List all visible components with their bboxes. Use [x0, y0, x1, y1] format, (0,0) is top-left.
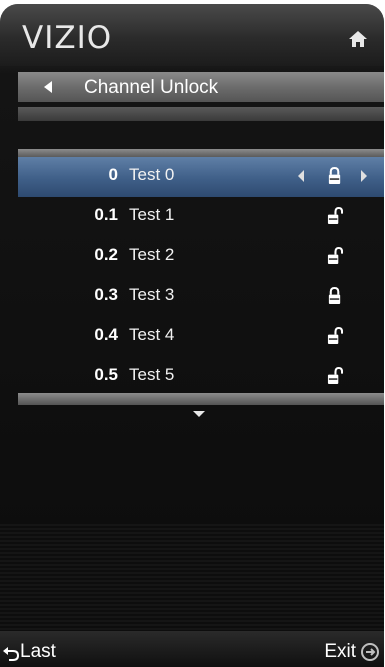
unlocked-padlock-icon[interactable]	[327, 206, 343, 226]
channel-name: Test 2	[129, 245, 175, 264]
title-bar: Channel Unlock	[18, 72, 384, 102]
channel-row[interactable]: 0.2 Test 2	[18, 237, 384, 277]
page-title: Channel Unlock	[84, 77, 219, 98]
channel-number: 0.4	[94, 325, 118, 344]
channel-number: 0.1	[94, 205, 118, 224]
unlocked-padlock-icon[interactable]	[327, 366, 343, 386]
last-label: Last	[20, 641, 56, 662]
list-top-border	[18, 149, 384, 157]
exit-label: Exit	[324, 641, 356, 662]
locked-padlock-icon[interactable]	[327, 166, 343, 186]
exit-button[interactable]: Exit	[324, 641, 380, 665]
header: VIZIO	[0, 4, 384, 66]
scroll-down-icon[interactable]	[193, 411, 205, 417]
channel-row[interactable]: 0.3 Test 3	[18, 277, 384, 317]
channel-row[interactable]: 0.4 Test 4	[18, 317, 384, 357]
channel-number: 0	[108, 165, 118, 184]
channel-name: Test 0	[129, 165, 175, 184]
return-arrow-icon	[3, 647, 19, 661]
unlocked-padlock-icon[interactable]	[327, 326, 343, 346]
left-arrow-icon[interactable]	[298, 170, 304, 182]
channel-name: Test 3	[129, 285, 175, 304]
unlocked-padlock-icon[interactable]	[327, 246, 343, 266]
channel-number: 0.2	[94, 245, 118, 264]
list-bottom-border	[18, 393, 384, 405]
channel-number: 0.5	[94, 365, 118, 384]
channel-row[interactable]: 0 Test 0	[18, 157, 384, 197]
right-arrow-icon[interactable]	[361, 170, 367, 182]
channel-name: Test 5	[129, 365, 175, 384]
background-scanlines	[0, 524, 384, 634]
vizio-logo: VIZIO	[22, 20, 113, 56]
channel-list: 0 Test 0 0.1 Test 1 0.2 Test 2 0.3 Test 3 0.4 Tes…	[18, 157, 384, 397]
channel-row[interactable]: 0.5 Test 5	[18, 357, 384, 397]
back-icon[interactable]	[44, 81, 52, 93]
home-icon[interactable]	[348, 30, 368, 48]
locked-padlock-icon[interactable]	[327, 286, 343, 306]
tv-menu-panel: VIZIO Channel Unlock 0 Test 0 0.1 Test 1 0.2…	[0, 4, 384, 667]
channel-name: Test 4	[129, 325, 175, 344]
channel-number: 0.3	[94, 285, 118, 304]
info-strip	[18, 107, 384, 121]
channel-row[interactable]: 0.1 Test 1	[18, 197, 384, 237]
channel-name: Test 1	[129, 205, 175, 224]
last-button[interactable]: Last	[2, 641, 56, 665]
exit-icon	[361, 643, 379, 661]
footer: Last Exit	[0, 631, 384, 667]
